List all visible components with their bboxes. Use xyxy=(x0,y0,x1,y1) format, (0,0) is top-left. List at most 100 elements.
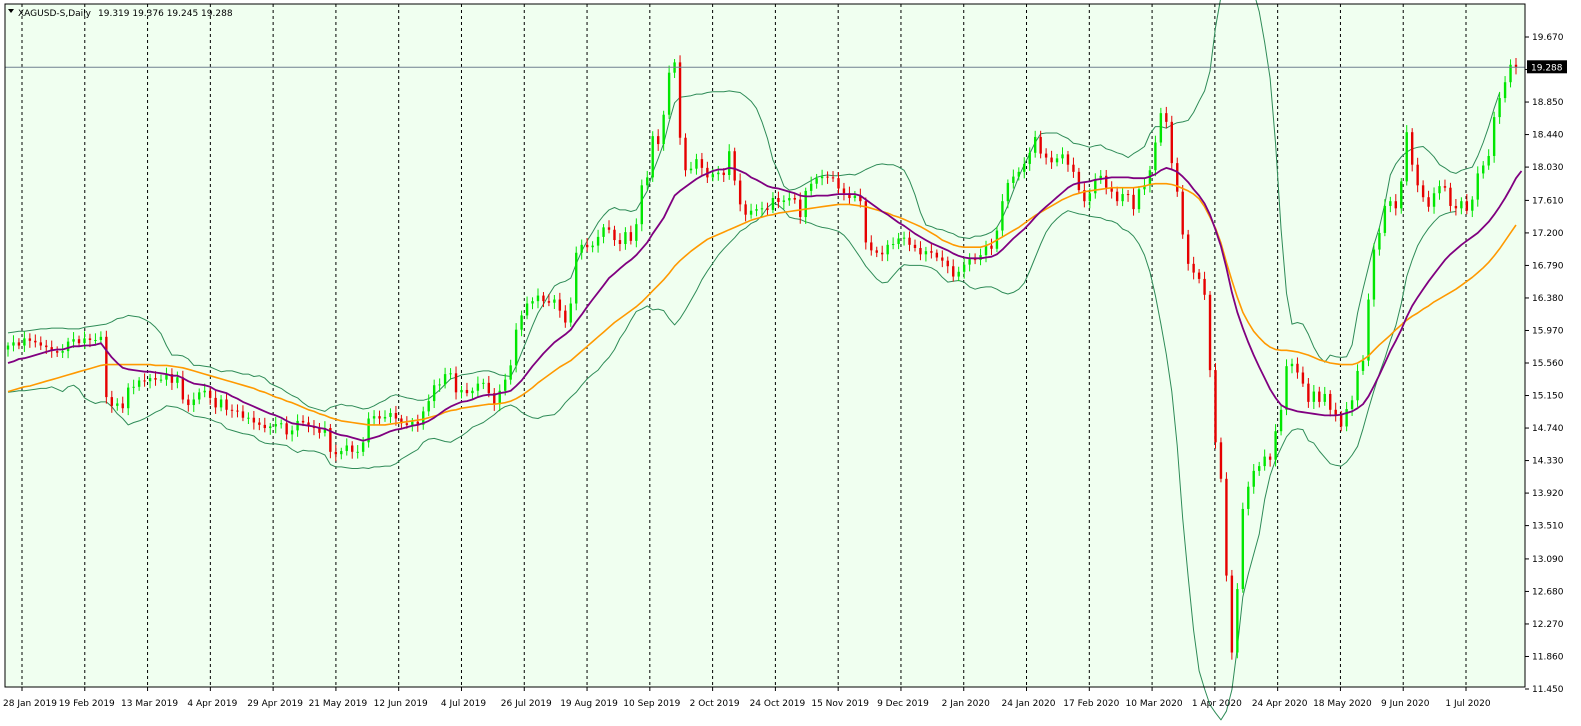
candle-body xyxy=(946,260,949,267)
candle-body xyxy=(1372,249,1376,300)
candle-body xyxy=(1279,409,1283,432)
candle-body xyxy=(1487,155,1490,166)
x-tick-label: 4 Apr 2019 xyxy=(187,699,237,709)
x-tick-label: 21 May 2019 xyxy=(309,699,368,709)
candle-body xyxy=(465,389,469,394)
x-tick-label: 18 May 2020 xyxy=(1313,699,1372,709)
candle-body xyxy=(1345,409,1348,427)
candle-body xyxy=(269,426,272,429)
candle-body xyxy=(531,301,534,304)
candle-body xyxy=(1438,186,1441,194)
candle-body xyxy=(640,185,643,225)
candle-body xyxy=(820,176,824,179)
candle-body xyxy=(1405,132,1408,182)
candle-body xyxy=(919,247,922,255)
candle-body xyxy=(1301,372,1305,384)
candle-body xyxy=(881,252,884,255)
candle-body xyxy=(236,410,239,412)
candle-body xyxy=(1329,393,1332,410)
candle-body xyxy=(542,295,545,302)
candle-body xyxy=(1006,182,1010,202)
candle-body xyxy=(1454,205,1458,209)
price-chart[interactable]: 19.67019.26018.85018.44018.03017.61017.2… xyxy=(0,0,1581,722)
candle-body xyxy=(1460,201,1463,209)
x-tick-label: 10 Sep 2019 xyxy=(623,699,680,709)
candle-body xyxy=(1017,171,1020,177)
candle-body xyxy=(454,373,458,393)
price-axis: 19.67019.26018.85018.44018.03017.61017.2… xyxy=(1525,33,1564,695)
candle-body xyxy=(962,264,966,272)
candle-body xyxy=(941,257,944,261)
candle-body xyxy=(99,336,103,340)
candle-body xyxy=(88,338,92,340)
candle-body xyxy=(1159,113,1163,143)
candle-body xyxy=(728,151,731,176)
candle-body xyxy=(1028,152,1031,164)
candle-body xyxy=(591,245,594,248)
x-tick-label: 17 Feb 2020 xyxy=(1063,699,1119,709)
candle-body xyxy=(389,412,392,417)
candle-body xyxy=(121,403,124,409)
candle-body xyxy=(405,423,409,425)
candle-body xyxy=(1443,186,1447,188)
y-tick-label: 17.200 xyxy=(1532,229,1564,239)
candle-body xyxy=(1241,508,1245,590)
candle-body xyxy=(143,380,146,382)
y-tick-label: 15.560 xyxy=(1532,359,1564,369)
candle-body xyxy=(651,136,654,178)
candle-body xyxy=(1258,466,1261,471)
x-tick-label: 24 Oct 2019 xyxy=(750,699,806,709)
candle-body xyxy=(853,195,857,199)
candle-body xyxy=(1094,179,1097,194)
candle-body xyxy=(12,342,15,346)
candle-body xyxy=(569,303,572,323)
candle-body xyxy=(1334,409,1337,415)
candle-body xyxy=(1482,165,1485,174)
candle-body xyxy=(755,209,758,211)
candle-body xyxy=(340,451,343,455)
candle-body xyxy=(711,174,715,178)
candle-body xyxy=(45,345,48,348)
candle-body xyxy=(1318,391,1321,402)
x-tick-label: 1 Jul 2020 xyxy=(1445,699,1490,709)
candle-body xyxy=(646,177,649,186)
candle-body xyxy=(285,423,288,435)
candle-body xyxy=(356,451,359,453)
candle-body xyxy=(1121,194,1124,202)
candle-body xyxy=(55,351,59,353)
candle-body xyxy=(460,389,463,393)
candle-body xyxy=(788,198,791,201)
candle-body xyxy=(520,315,523,330)
candle-body xyxy=(110,397,114,406)
candle-body xyxy=(684,137,687,171)
y-tick-label: 16.380 xyxy=(1532,294,1564,304)
candle-body xyxy=(203,390,206,393)
candle-body xyxy=(1247,486,1250,509)
current-price-label-text: 19.288 xyxy=(1531,63,1563,73)
candle-body xyxy=(279,423,283,425)
candle-body xyxy=(804,190,807,218)
x-tick-label: 9 Dec 2019 xyxy=(877,699,929,709)
candle-body xyxy=(613,229,616,241)
candle-body xyxy=(1165,113,1168,122)
candle-body xyxy=(766,208,769,210)
candle-body xyxy=(1132,194,1135,210)
candle-body xyxy=(1432,193,1436,207)
candle-body xyxy=(842,188,846,194)
y-tick-label: 15.150 xyxy=(1532,392,1564,402)
candle-body xyxy=(1186,234,1190,264)
candle-body xyxy=(427,401,430,412)
candle-body xyxy=(72,339,75,342)
y-tick-label: 14.740 xyxy=(1532,424,1564,434)
candle-body xyxy=(1039,136,1042,154)
candle-body xyxy=(1203,278,1206,295)
x-tick-label: 2 Oct 2019 xyxy=(690,699,740,709)
candle-body xyxy=(258,422,261,425)
y-tick-label: 17.610 xyxy=(1532,196,1564,206)
candle-body xyxy=(771,198,775,210)
candle-body xyxy=(411,421,414,425)
candle-body xyxy=(580,244,583,253)
candle-body xyxy=(1492,117,1496,156)
candle-body xyxy=(1197,272,1201,279)
candle-body xyxy=(1449,187,1452,206)
